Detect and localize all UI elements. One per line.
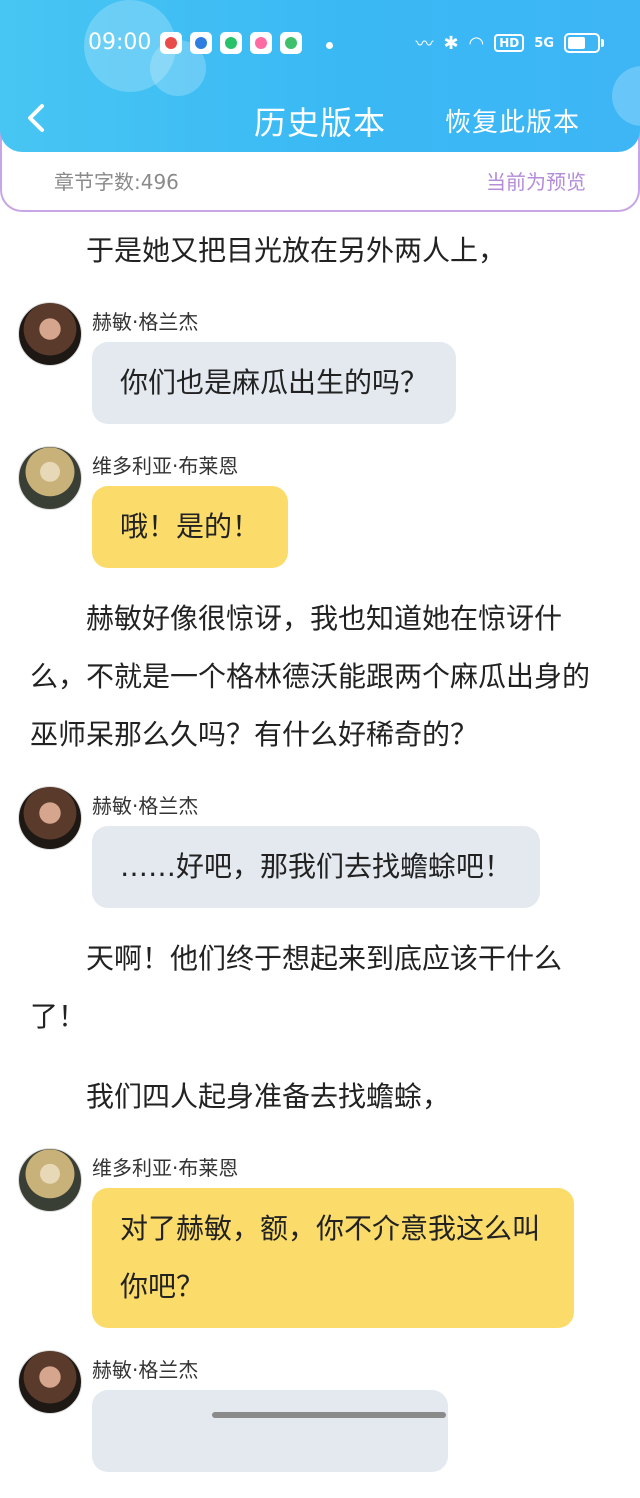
message-bubble: 你们也是麻瓜出生的吗？ [92, 342, 457, 424]
app-notification-icon [190, 32, 212, 54]
system-icons: 〰 ✱ ◠ HD 5G [415, 30, 604, 56]
sender-name: 维多利亚·布莱恩 [92, 454, 239, 478]
sender-name: 赫敏·格兰杰 [92, 310, 199, 334]
avatar [18, 302, 82, 366]
avatar [18, 446, 82, 510]
app-notification-icon [220, 32, 242, 54]
more-notifications-dot [326, 42, 333, 49]
sender-name: 赫敏·格兰杰 [92, 1358, 199, 1382]
nav-bar: 历史版本 恢复此版本 [0, 92, 640, 148]
status-time: 09:00 [88, 30, 152, 55]
avatar [18, 1350, 82, 1414]
status-bar: 09:00 〰 ✱ ◠ HD 5G [0, 22, 640, 64]
narration-paragraph: 于是她又把目光放在另外两人上， [86, 234, 507, 267]
app-notification-icon [160, 32, 182, 54]
app-notification-icon [280, 32, 302, 54]
chat-message: 维多利亚·布莱恩 对了赫敏，额，你不介意我这么叫你吧？ [0, 1148, 640, 1328]
restore-version-button[interactable]: 恢复此版本 [445, 102, 580, 139]
narration-paragraph: 我们四人起身准备去找蟾蜍， [86, 1080, 451, 1113]
message-bubble: 对了赫敏，额，你不介意我这么叫你吧？ [92, 1188, 574, 1328]
app-header: 09:00 〰 ✱ ◠ HD 5G 历史版本 恢复此版本 [0, 0, 640, 152]
bluetooth-icon: ✱ [443, 32, 459, 54]
app-notification-icon [250, 32, 272, 54]
sender-name: 赫敏·格兰杰 [92, 794, 199, 818]
home-indicator[interactable] [212, 1412, 446, 1418]
sender-name: 维多利亚·布莱恩 [92, 1156, 239, 1180]
wifi-icon: ◠ [468, 32, 485, 54]
vibrate-icon: 〰 [415, 34, 434, 55]
chat-message: 维多利亚·布莱恩 哦！是的！ [0, 446, 640, 568]
message-bubble [92, 1390, 448, 1472]
avatar [18, 786, 82, 850]
signal-5g-icon: 5G [534, 35, 554, 51]
narration-paragraph: 赫敏好像很惊讶，我也知道她在惊讶什么，不就是一个格林德沃能跟两个麻瓜出身的巫师呆… [30, 602, 591, 751]
chat-message: 赫敏·格兰杰 你们也是麻瓜出生的吗？ [0, 302, 640, 424]
battery-icon [564, 33, 604, 53]
narration-paragraph: 天啊！他们终于想起来到底应该干什么了！ [30, 942, 563, 1033]
message-bubble: ……好吧，那我们去找蟾蜍吧！ [92, 826, 541, 908]
avatar [18, 1148, 82, 1212]
word-count: 章节字数:496 [54, 170, 179, 194]
message-bubble: 哦！是的！ [92, 486, 289, 568]
chapter-content: 于是她又把目光放在另外两人上， 赫敏·格兰杰 你们也是麻瓜出生的吗？ 维多利亚·… [0, 212, 640, 1498]
hd-icon: HD [494, 34, 525, 52]
chat-message: 赫敏·格兰杰 ……好吧，那我们去找蟾蜍吧！ [0, 786, 640, 908]
notification-icons [160, 32, 302, 54]
preview-status: 当前为预览 [486, 170, 586, 194]
